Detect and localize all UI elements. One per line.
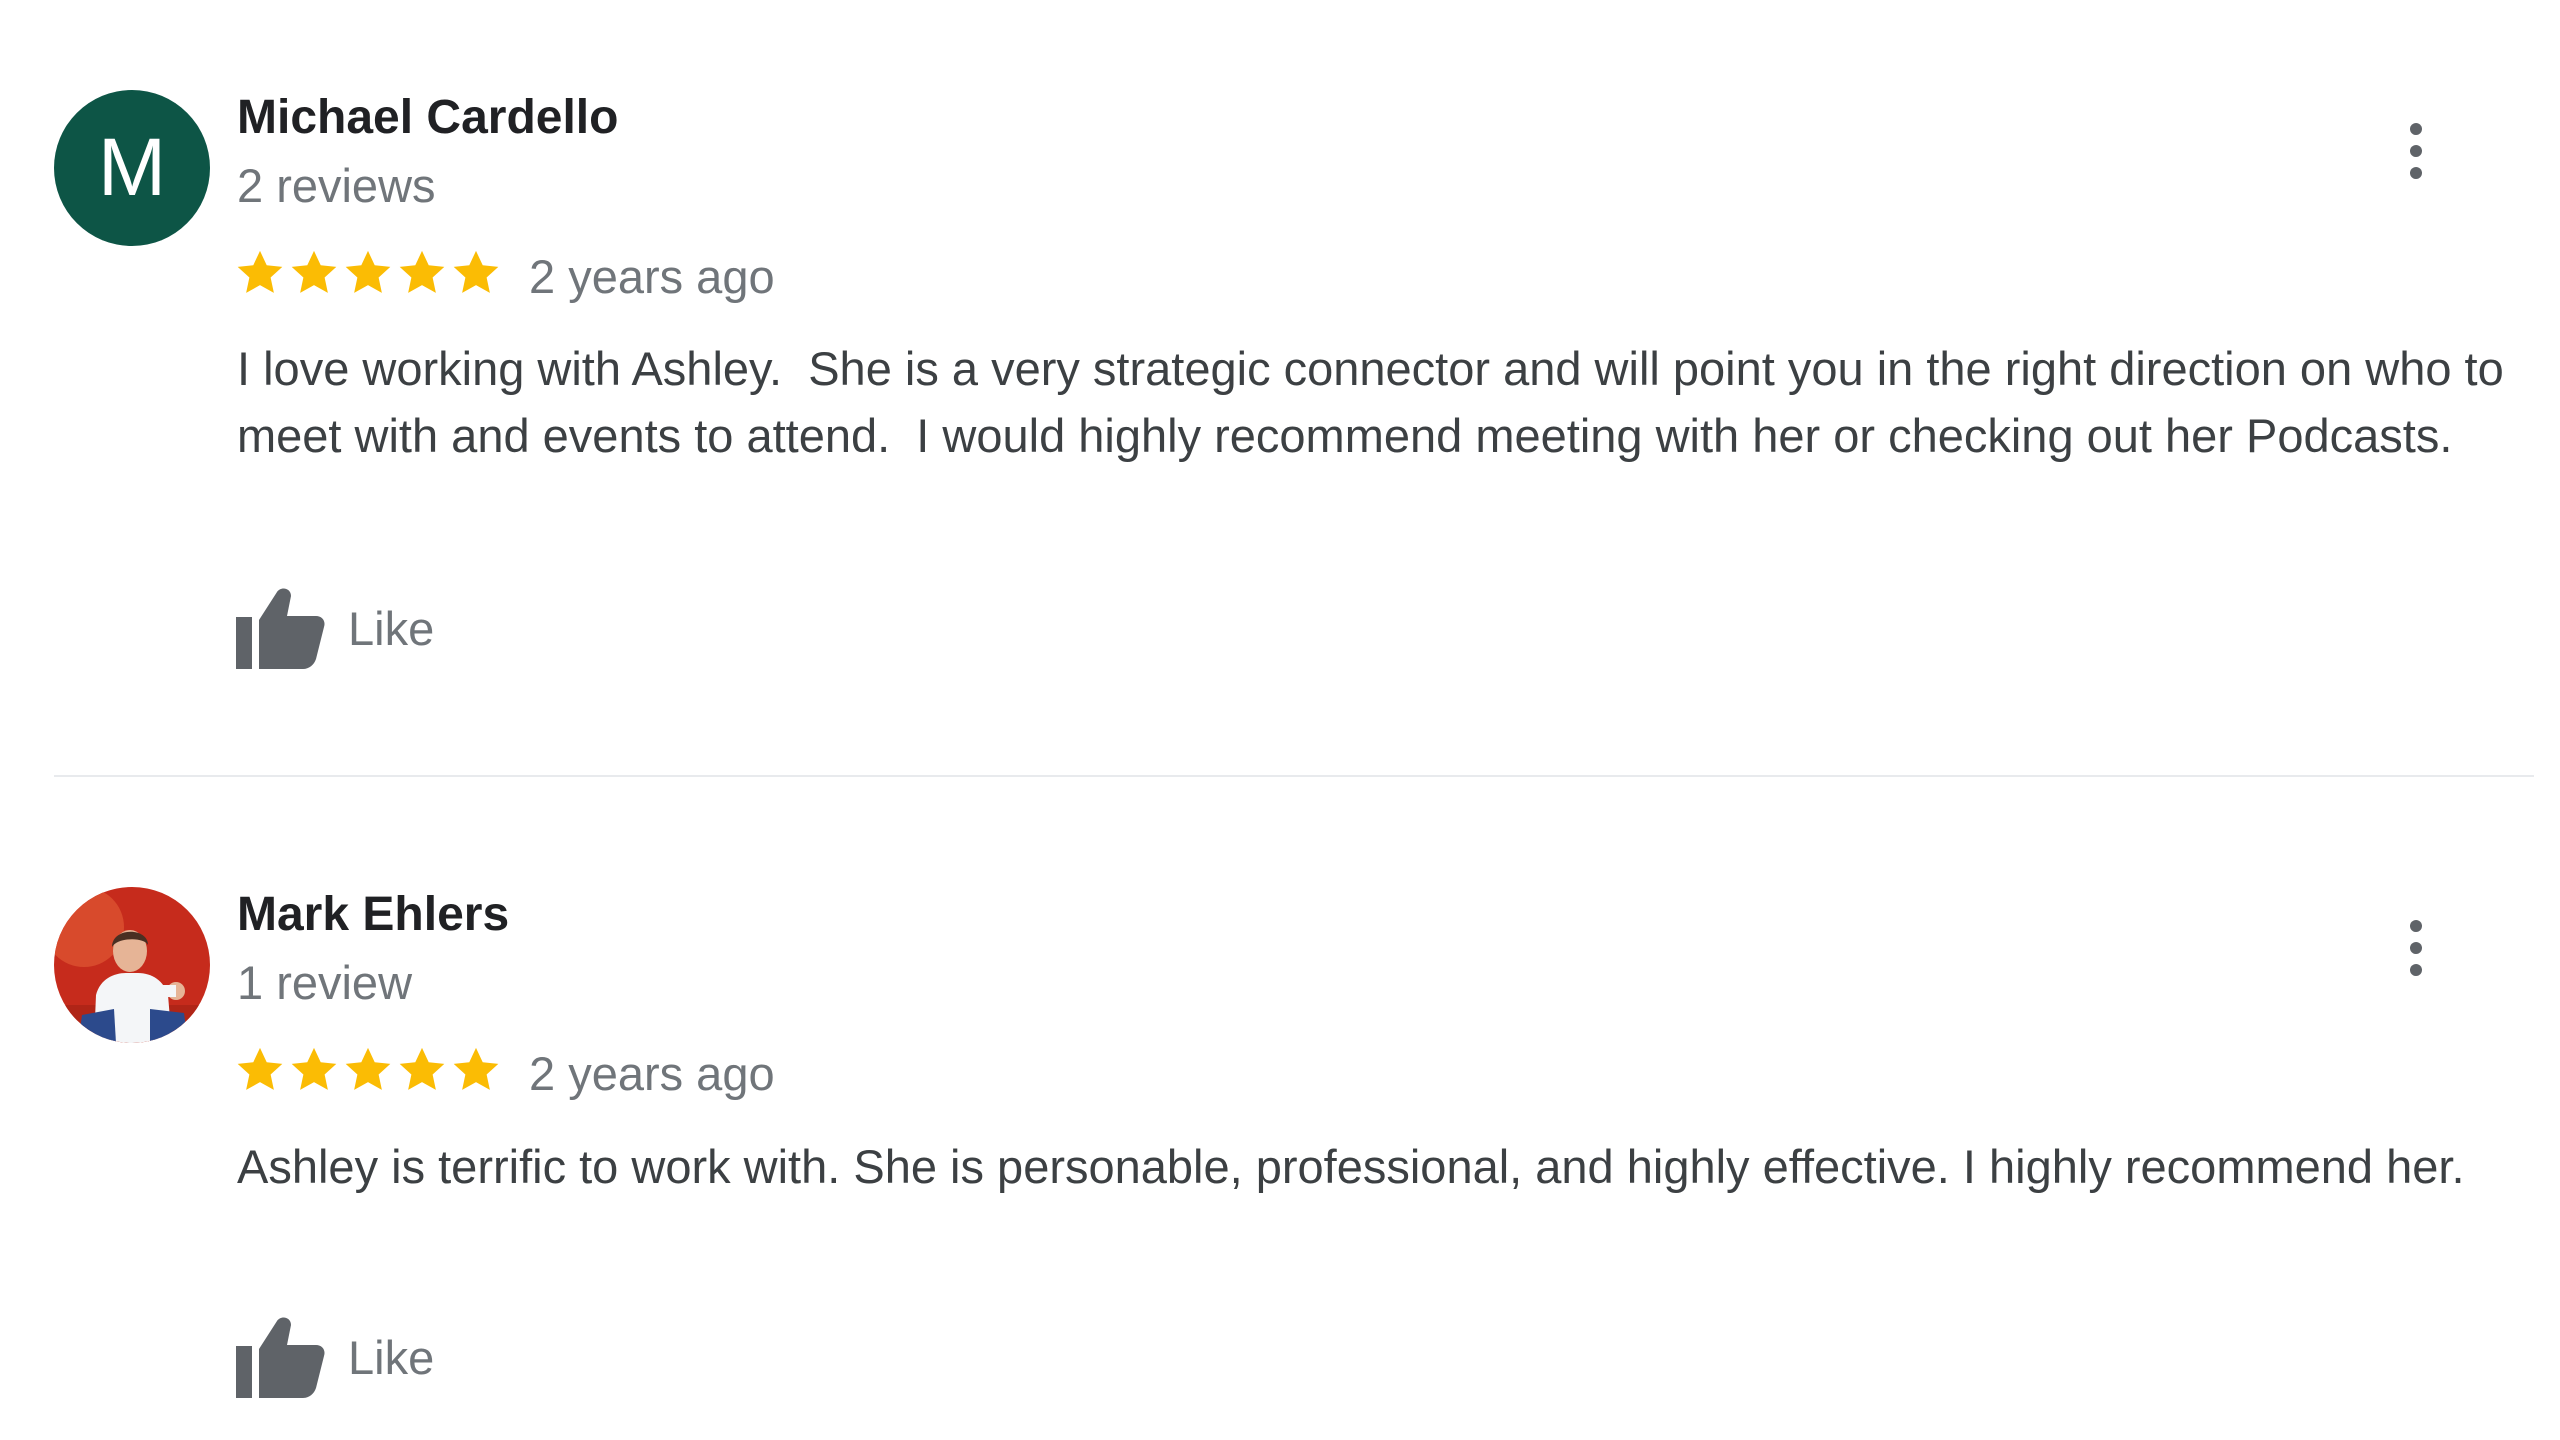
star-icon [345, 250, 391, 293]
more-vert-icon-dot [2410, 942, 2422, 954]
like-label: Like [348, 601, 435, 655]
star-icon [237, 1047, 283, 1090]
star-icon [453, 250, 499, 293]
reviewer-name[interactable]: Michael Cardello [237, 90, 618, 145]
reviews-list: M Michael Cardello 2 reviews 2 years ago… [0, 0, 2560, 1440]
reviewer-review-count[interactable]: 2 reviews [237, 158, 436, 213]
star-rating [234, 1044, 502, 1108]
like-button[interactable]: Like [236, 583, 434, 673]
reviewer-review-count[interactable]: 1 review [237, 955, 412, 1010]
more-vert-icon-dot [2410, 964, 2422, 976]
avatar[interactable] [54, 887, 210, 1043]
star-icon [399, 250, 445, 293]
star-icon [291, 250, 337, 293]
thumbs-up-icon [236, 587, 326, 669]
thumbs-up-icon [236, 1316, 326, 1398]
more-vert-icon-dot [2410, 167, 2422, 179]
reviewer-name[interactable]: Mark Ehlers [237, 887, 509, 942]
star-rating [234, 247, 502, 311]
like-label: Like [348, 1330, 435, 1384]
review-time: 2 years ago [529, 250, 775, 303]
review-text: I love working with Ashley. She is a ver… [237, 342, 2517, 462]
review-time: 2 years ago [529, 1047, 775, 1100]
divider [54, 775, 2534, 777]
star-icon [399, 1047, 445, 1090]
star-icon [291, 1047, 337, 1090]
star-icon [345, 1047, 391, 1090]
more-vert-icon [2410, 920, 2422, 932]
more-vert-icon [2410, 123, 2422, 135]
more-options-button[interactable] [2386, 111, 2446, 191]
like-button[interactable]: Like [236, 1312, 434, 1402]
star-icon [453, 1047, 499, 1090]
star-icon [237, 250, 283, 293]
avatar[interactable]: M [54, 90, 210, 246]
review-text: Ashley is terrific to work with. She is … [237, 1140, 2465, 1193]
profile-photo [54, 887, 210, 1043]
more-options-button[interactable] [2386, 908, 2446, 988]
more-vert-icon-dot [2410, 145, 2422, 157]
